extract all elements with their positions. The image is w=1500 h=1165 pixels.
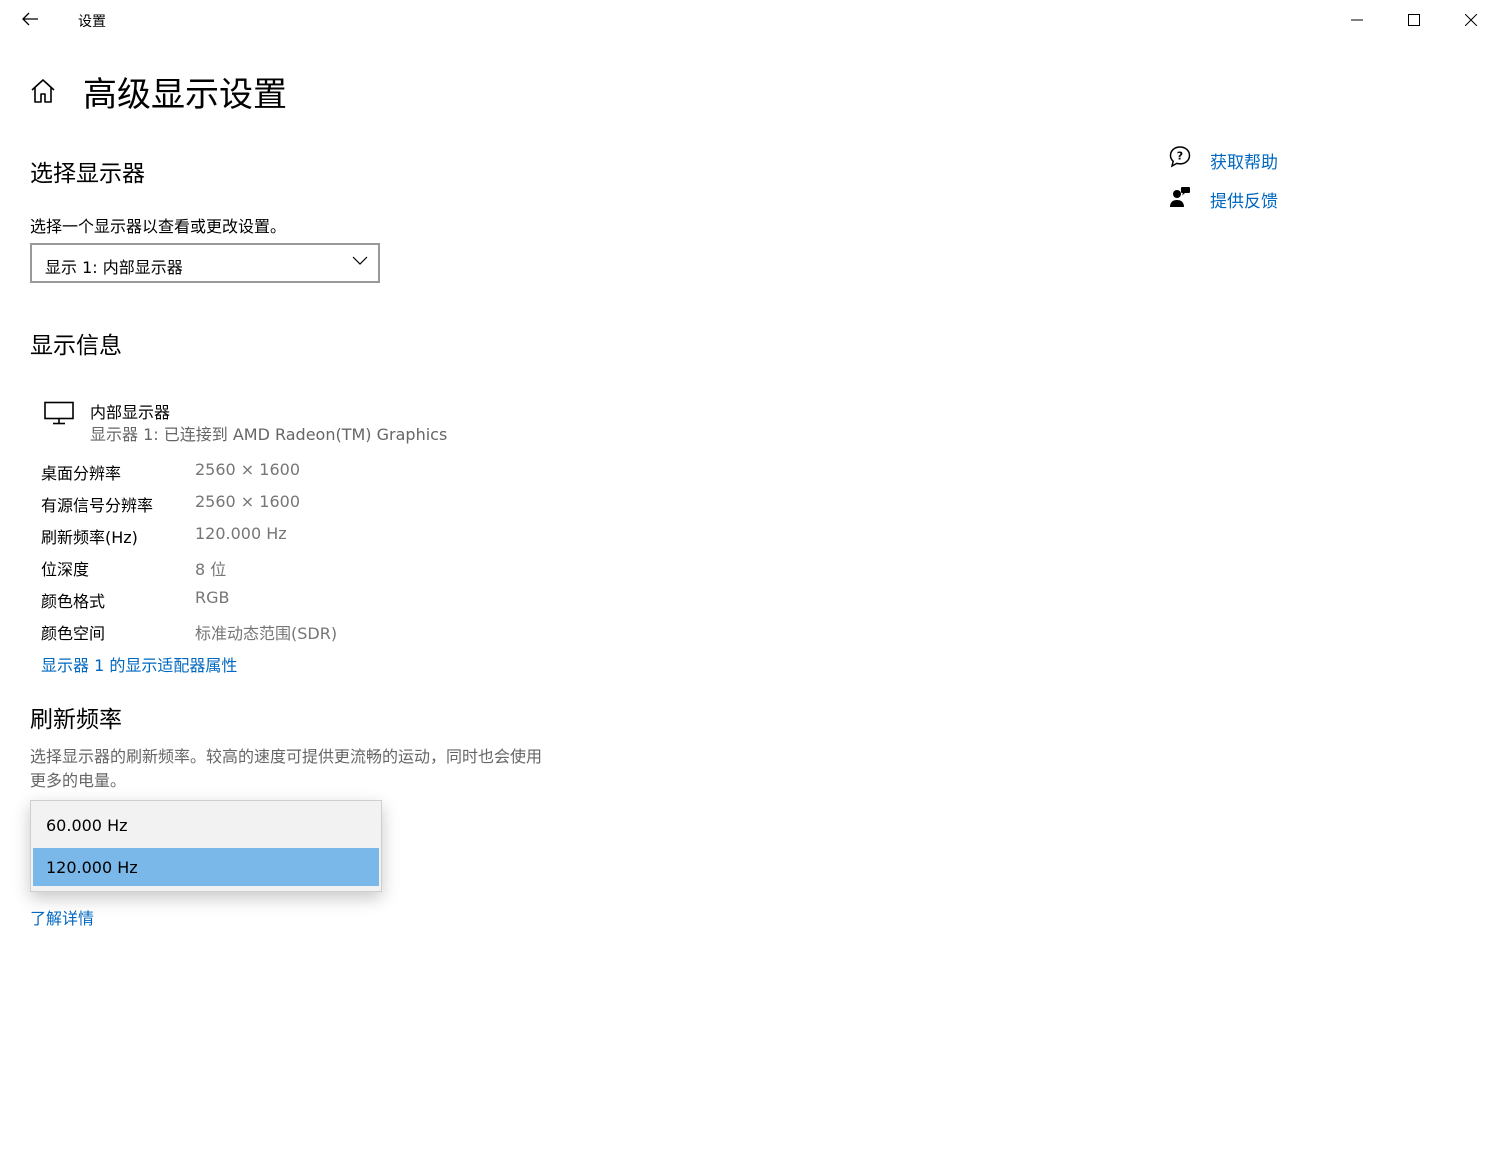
home-icon xyxy=(31,79,55,103)
info-label-active-signal-resolution: 有源信号分辨率 xyxy=(41,496,154,515)
info-label-color-space: 颜色空间 xyxy=(41,624,106,643)
learn-more-link[interactable]: 了解详情 xyxy=(30,905,94,929)
display-select-dropdown[interactable]: 显示 1: 内部显示器 xyxy=(30,243,380,283)
display-select-value: 显示 1: 内部显示器 xyxy=(45,258,183,277)
info-value-bit-depth: 8 位 xyxy=(195,560,227,579)
give-feedback-link[interactable]: 提供反馈 xyxy=(1210,187,1278,212)
refresh-rate-description-line2: 更多的电量。 xyxy=(30,771,127,790)
title-bar: 设置 xyxy=(0,0,1500,40)
chevron-down-icon xyxy=(352,256,368,265)
option-label: 60.000 Hz xyxy=(46,816,128,835)
minimize-button[interactable] xyxy=(1334,0,1380,40)
monitor-connection: 显示器 1: 已连接到 AMD Radeon(TM) Graphics xyxy=(90,425,448,444)
home-button[interactable] xyxy=(28,76,58,106)
svg-text:?: ? xyxy=(1177,150,1183,163)
refresh-rate-option-120hz[interactable]: 120.000 Hz xyxy=(33,848,379,886)
minimize-icon xyxy=(1351,19,1363,21)
settings-window: 设置 高级显示设置 选择显示器 选择一个显示器以查看或更改设置。 显示 1: 内… xyxy=(0,0,1500,1165)
info-value-color-space: 标准动态范围(SDR) xyxy=(195,624,338,643)
close-button[interactable] xyxy=(1448,0,1494,40)
display-adapter-properties-link[interactable]: 显示器 1 的显示适配器属性 xyxy=(41,652,237,676)
select-display-heading: 选择显示器 xyxy=(30,161,145,187)
close-icon xyxy=(1465,14,1477,26)
back-button[interactable] xyxy=(12,4,48,34)
select-display-description: 选择一个显示器以查看或更改设置。 xyxy=(30,217,287,236)
feedback-person-icon xyxy=(1170,187,1190,207)
refresh-rate-dropdown-list: 60.000 Hz 120.000 Hz xyxy=(30,800,382,892)
info-value-desktop-resolution: 2560 × 1600 xyxy=(195,460,301,479)
display-info-heading: 显示信息 xyxy=(30,333,122,359)
info-label-desktop-resolution: 桌面分辨率 xyxy=(41,464,122,483)
page-title: 高级显示设置 xyxy=(83,75,287,115)
app-title: 设置 xyxy=(78,14,106,30)
info-value-active-signal-resolution: 2560 × 1600 xyxy=(195,492,301,511)
info-value-color-format: RGB xyxy=(195,588,230,607)
get-help-link[interactable]: 获取帮助 xyxy=(1210,148,1278,173)
refresh-rate-option-60hz[interactable]: 60.000 Hz xyxy=(33,806,379,844)
info-label-bit-depth: 位深度 xyxy=(41,560,90,579)
maximize-button[interactable] xyxy=(1391,0,1437,40)
info-label-refresh-rate: 刷新频率(Hz) xyxy=(41,528,138,547)
back-arrow-icon xyxy=(22,12,38,26)
option-label: 120.000 Hz xyxy=(46,858,138,877)
monitor-icon xyxy=(44,401,74,425)
refresh-rate-description-line1: 选择显示器的刷新频率。较高的速度可提供更流畅的运动，同时也会使用 xyxy=(30,747,543,766)
help-chat-icon: ? xyxy=(1169,146,1191,168)
maximize-icon xyxy=(1408,14,1420,26)
info-value-refresh-rate: 120.000 Hz xyxy=(195,524,287,543)
refresh-rate-heading: 刷新频率 xyxy=(30,707,122,733)
monitor-name: 内部显示器 xyxy=(90,403,171,422)
info-label-color-format: 颜色格式 xyxy=(41,592,106,611)
